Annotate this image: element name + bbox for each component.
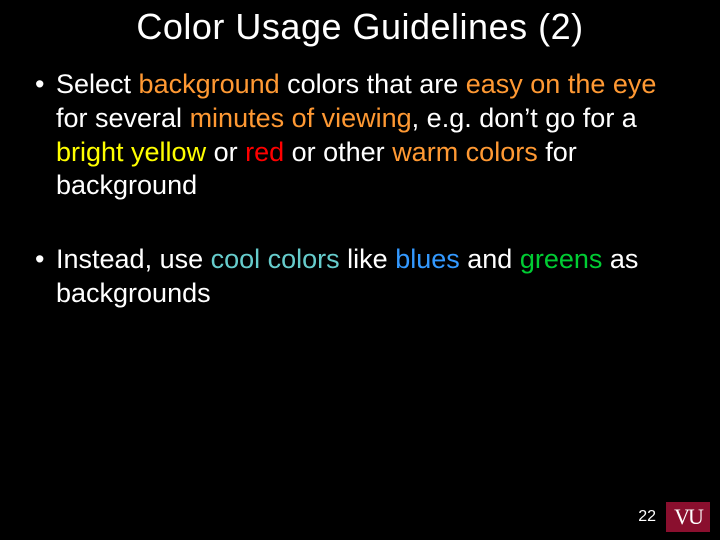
list-item: Instead, use cool colors like blues and …	[28, 243, 692, 311]
text-run: warm colors	[392, 137, 538, 167]
text-run: and	[460, 244, 520, 274]
text-run: like	[340, 244, 396, 274]
slide-body: Select background colors that are easy o…	[0, 68, 720, 311]
text-run: blues	[395, 244, 460, 274]
text-run: or other	[284, 137, 392, 167]
text-run: background	[139, 69, 280, 99]
text-run: minutes of viewing	[190, 103, 412, 133]
text-run: cool colors	[211, 244, 340, 274]
text-run: Instead, use	[56, 244, 211, 274]
text-run: , e.g. don’t go for a	[412, 103, 637, 133]
vu-logo-text: VU	[674, 504, 702, 530]
text-run: Select	[56, 69, 139, 99]
bullet-list: Select background colors that are easy o…	[28, 68, 692, 311]
page-number: 22	[638, 508, 656, 526]
text-run: greens	[520, 244, 603, 274]
text-run: for several	[56, 103, 190, 133]
text-run: or	[206, 137, 245, 167]
text-run: red	[245, 137, 284, 167]
slide-title: Color Usage Guidelines (2)	[0, 0, 720, 68]
text-run: colors that are	[280, 69, 466, 99]
slide: Color Usage Guidelines (2) Select backgr…	[0, 0, 720, 540]
text-run: easy on the eye	[466, 69, 657, 99]
text-run: bright yellow	[56, 137, 206, 167]
slide-footer: 22 VU	[638, 502, 710, 532]
vu-logo: VU	[666, 502, 710, 532]
list-item: Select background colors that are easy o…	[28, 68, 692, 203]
